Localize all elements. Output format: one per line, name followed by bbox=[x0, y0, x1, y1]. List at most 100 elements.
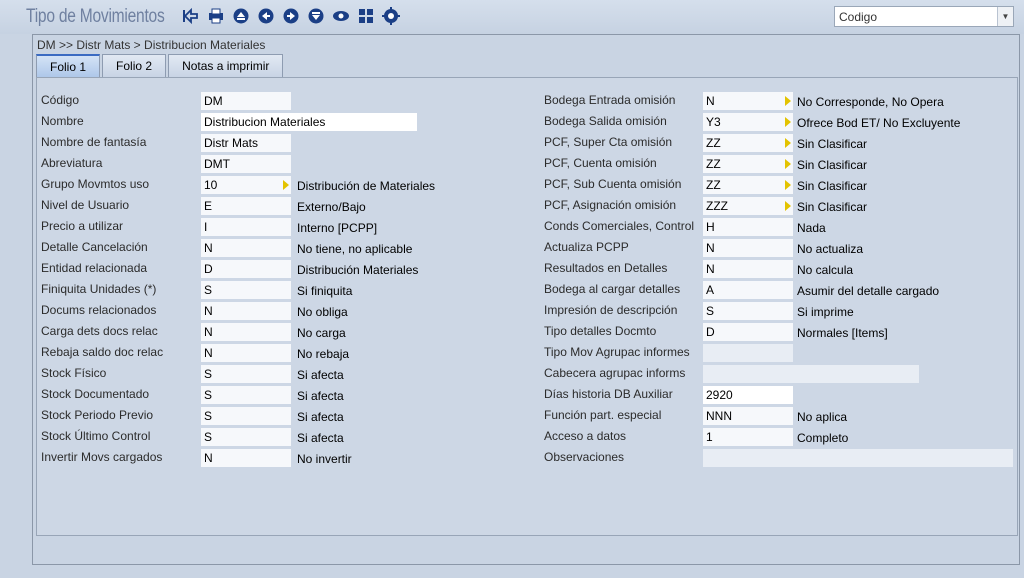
field-label: Tipo Mov Agrupac informes bbox=[544, 345, 690, 359]
field-input[interactable]: Y3 bbox=[703, 113, 793, 131]
field-description: Interno [PCPP] bbox=[297, 221, 378, 235]
next-icon[interactable] bbox=[280, 5, 302, 27]
field-input[interactable]: NNN bbox=[703, 407, 793, 425]
field-description: No invertir bbox=[297, 452, 352, 466]
field-input[interactable]: ZZ bbox=[703, 176, 793, 194]
field-input[interactable]: E bbox=[201, 197, 291, 215]
field-input[interactable]: ZZ bbox=[703, 134, 793, 152]
field-input[interactable]: H bbox=[703, 218, 793, 236]
field-input[interactable]: S bbox=[201, 407, 291, 425]
field-input[interactable]: S bbox=[703, 302, 793, 320]
field-label: Nombre de fantasía bbox=[41, 135, 147, 149]
field-label: PCF, Super Cta omisión bbox=[544, 135, 673, 149]
field-input[interactable]: D bbox=[703, 323, 793, 341]
previous-icon[interactable] bbox=[255, 5, 277, 27]
field-input[interactable]: 2920 bbox=[703, 386, 793, 404]
lookup-arrow-icon[interactable] bbox=[785, 117, 791, 127]
field-label: Grupo Movmtos uso bbox=[41, 177, 150, 191]
field-label: Abreviatura bbox=[41, 156, 103, 170]
breadcrumb: DM >> Distr Mats > Distribucion Material… bbox=[37, 38, 266, 52]
field-input[interactable]: S bbox=[201, 428, 291, 446]
field-label: Stock Último Control bbox=[41, 429, 151, 443]
lookup-arrow-icon[interactable] bbox=[785, 201, 791, 211]
field-input[interactable]: DM bbox=[201, 92, 291, 110]
field-description: Sin Clasificar bbox=[797, 179, 868, 193]
field-label: Stock Periodo Previo bbox=[41, 408, 154, 422]
field-input[interactable]: 10 bbox=[201, 176, 291, 194]
tab-notas-a-imprimir[interactable]: Notas a imprimir bbox=[168, 54, 284, 77]
lookup-arrow-icon[interactable] bbox=[785, 96, 791, 106]
field-label: Invertir Movs cargados bbox=[41, 450, 163, 464]
field-input[interactable]: N bbox=[201, 239, 291, 257]
view-icon[interactable] bbox=[330, 5, 352, 27]
field-label: Código bbox=[41, 93, 80, 107]
field-input[interactable]: S bbox=[201, 386, 291, 404]
back-icon[interactable] bbox=[180, 5, 202, 27]
window-title: Tipo de Movimientos bbox=[26, 6, 165, 27]
field-description: Si afecta bbox=[297, 368, 344, 382]
lookup-arrow-icon[interactable] bbox=[785, 138, 791, 148]
field-label: Impresión de descripción bbox=[544, 303, 678, 317]
field-input[interactable]: DMT bbox=[201, 155, 291, 173]
print-icon[interactable] bbox=[205, 5, 227, 27]
tab-folio-1[interactable]: Folio 1 bbox=[36, 54, 101, 77]
field-input[interactable]: N bbox=[703, 260, 793, 278]
field-label: Finiquita Unidades (*) bbox=[41, 282, 157, 296]
field-description: Distribución Materiales bbox=[297, 263, 419, 277]
tab-bar: Folio 1 Folio 2 Notas a imprimir bbox=[36, 54, 284, 77]
field-input[interactable] bbox=[703, 365, 919, 383]
chevron-down-icon[interactable]: ▼ bbox=[997, 7, 1013, 26]
field-label: Nivel de Usuario bbox=[41, 198, 130, 212]
field-label: Tipo detalles Docmto bbox=[544, 324, 657, 338]
grid-icon[interactable] bbox=[355, 5, 377, 27]
field-description: Normales [Items] bbox=[797, 326, 888, 340]
settings-icon[interactable] bbox=[380, 5, 402, 27]
field-input[interactable] bbox=[703, 344, 793, 362]
last-icon[interactable] bbox=[305, 5, 327, 27]
field-input[interactable]: ZZ bbox=[703, 155, 793, 173]
field-label: Resultados en Detalles bbox=[544, 261, 668, 275]
field-input[interactable]: S bbox=[201, 365, 291, 383]
field-input[interactable]: N bbox=[201, 302, 291, 320]
field-label: Función part. especial bbox=[544, 408, 662, 422]
field-input[interactable]: D bbox=[201, 260, 291, 278]
field-input[interactable]: I bbox=[201, 218, 291, 236]
toolbar bbox=[180, 5, 402, 27]
field-input[interactable]: Distr Mats bbox=[201, 134, 291, 152]
field-label: Carga dets docs relac bbox=[41, 324, 158, 338]
field-description: No rebaja bbox=[297, 347, 350, 361]
lookup-arrow-icon[interactable] bbox=[283, 180, 289, 190]
field-input[interactable]: N bbox=[201, 344, 291, 362]
field-input[interactable]: N bbox=[703, 239, 793, 257]
field-label: Cabecera agrupac informs bbox=[544, 366, 686, 380]
field-description: Si afecta bbox=[297, 389, 344, 403]
field-input[interactable]: N bbox=[201, 449, 291, 467]
field-description: Si finiquita bbox=[297, 284, 353, 298]
field-label: PCF, Sub Cuenta omisión bbox=[544, 177, 682, 191]
field-input[interactable]: 1 bbox=[703, 428, 793, 446]
tab-folio-2[interactable]: Folio 2 bbox=[102, 54, 167, 77]
field-description: No obliga bbox=[297, 305, 348, 319]
field-description: No aplica bbox=[797, 410, 848, 424]
field-input[interactable]: ZZZ bbox=[703, 197, 793, 215]
field-label: Stock Físico bbox=[41, 366, 107, 380]
field-description: No actualiza bbox=[797, 242, 864, 256]
field-input[interactable]: Distribucion Materiales bbox=[201, 113, 417, 131]
lookup-arrow-icon[interactable] bbox=[785, 159, 791, 169]
lookup-arrow-icon[interactable] bbox=[785, 180, 791, 190]
field-label: Bodega Entrada omisión bbox=[544, 93, 676, 107]
order-select[interactable]: Codigo ▼ bbox=[834, 6, 1014, 27]
field-label: Docums relacionados bbox=[41, 303, 157, 317]
field-label: PCF, Asignación omisión bbox=[544, 198, 677, 212]
field-input[interactable] bbox=[703, 449, 1013, 467]
field-description: Ofrece Bod ET/ No Excluyente bbox=[797, 116, 961, 130]
first-icon[interactable] bbox=[230, 5, 252, 27]
title-bar: Tipo de Movimientos Codigo ▼ bbox=[0, 0, 1024, 34]
field-input[interactable]: N bbox=[703, 92, 793, 110]
field-input[interactable]: N bbox=[201, 323, 291, 341]
field-description: Asumir del detalle cargado bbox=[797, 284, 940, 298]
field-input[interactable]: A bbox=[703, 281, 793, 299]
field-label: Precio a utilizar bbox=[41, 219, 124, 233]
field-input[interactable]: S bbox=[201, 281, 291, 299]
field-label: Bodega Salida omisión bbox=[544, 114, 667, 128]
